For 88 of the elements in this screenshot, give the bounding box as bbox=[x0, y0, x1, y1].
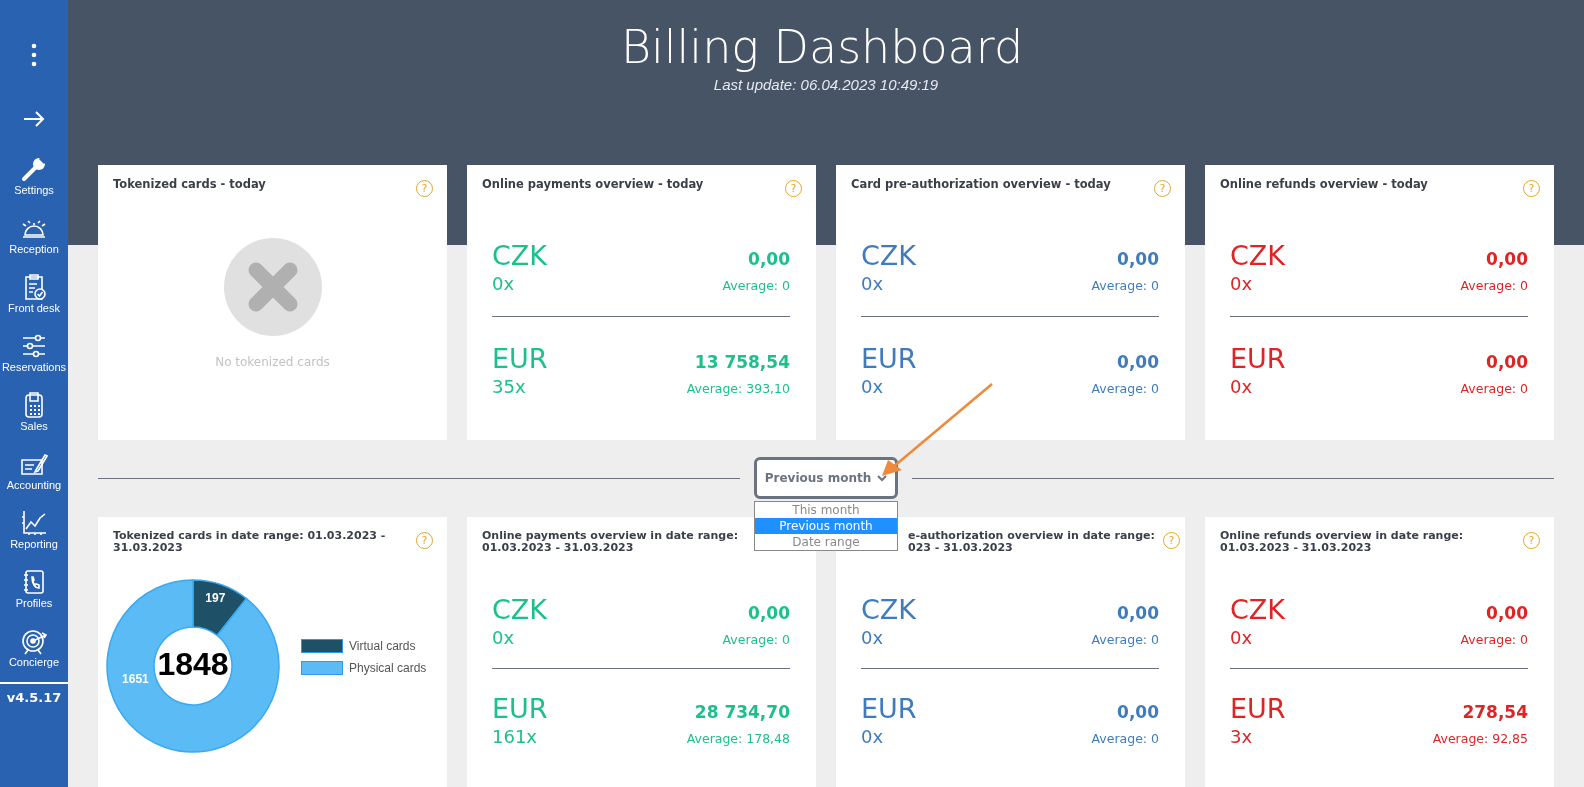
last-update-text: Last update: 06.04.2023 10:49:19 bbox=[712, 76, 940, 93]
currency-code: EUR bbox=[861, 693, 917, 724]
legend-swatch bbox=[301, 661, 343, 675]
transaction-count: 0x bbox=[1230, 627, 1253, 648]
dropdown-option[interactable]: Previous month bbox=[754, 518, 898, 534]
empty-message: No tokenized cards bbox=[215, 355, 330, 369]
menu-icon[interactable] bbox=[31, 43, 37, 67]
slice-label: 1651 bbox=[122, 671, 149, 686]
average-value: Average: 0 bbox=[1091, 278, 1159, 293]
transaction-count: 3x bbox=[1230, 726, 1253, 747]
average-value: Average: 0 bbox=[1091, 731, 1159, 746]
transaction-count: 0x bbox=[861, 376, 884, 397]
amount-value: 0,00 bbox=[1117, 249, 1159, 269]
amount-value: 0,00 bbox=[1117, 352, 1159, 372]
transaction-count: 35x bbox=[492, 376, 526, 397]
nav-item[interactable]: Reservations bbox=[0, 318, 68, 377]
no-data-icon bbox=[223, 238, 322, 336]
legend-label: Virtual cards bbox=[349, 639, 416, 653]
page-title: Billing Dashboard bbox=[619, 20, 1025, 74]
currency-code: EUR bbox=[492, 343, 548, 374]
sliders-icon bbox=[20, 332, 48, 360]
transaction-count: 0x bbox=[861, 627, 884, 648]
nav-item[interactable]: Front desk bbox=[0, 259, 68, 318]
card-title: Online payments overview in date range: 01.03.2023 - 31.03.2023 bbox=[482, 530, 740, 554]
target-icon bbox=[20, 627, 48, 655]
currency-code: CZK bbox=[861, 240, 917, 271]
card-title: Online payments overview - today bbox=[482, 178, 705, 191]
average-value: Average: 0 bbox=[1460, 278, 1528, 293]
average-value: Average: 0 bbox=[1460, 632, 1528, 647]
transaction-count: 0x bbox=[492, 627, 515, 648]
card-title: Tokenized cards - today bbox=[113, 178, 267, 191]
average-value: Average: 0 bbox=[1091, 632, 1159, 647]
currency-code: EUR bbox=[1230, 343, 1286, 374]
nav-item[interactable]: Settings bbox=[0, 141, 68, 200]
amount-value: 13 758,54 bbox=[694, 352, 790, 372]
total-value: 1848 bbox=[157, 646, 229, 683]
legend-label: Physical cards bbox=[349, 661, 427, 675]
currency-code: CZK bbox=[861, 594, 917, 625]
nav-item[interactable]: Sales bbox=[0, 377, 68, 436]
card-title: Online refunds overview in date range: 01.03.2023 - 31.03.2023 bbox=[1220, 530, 1465, 554]
chevron-icon bbox=[877, 474, 888, 482]
amount-value: 278,54 bbox=[1462, 702, 1528, 722]
average-value: Average: 0 bbox=[722, 278, 790, 293]
nav-item[interactable]: Accounting bbox=[0, 436, 68, 495]
transaction-count: 0x bbox=[861, 726, 884, 747]
wrench-icon bbox=[20, 155, 48, 183]
currency-code: CZK bbox=[492, 240, 548, 271]
nav-item[interactable]: Reception bbox=[0, 200, 68, 259]
amount-value: 0,00 bbox=[748, 249, 790, 269]
dropdown-option[interactable]: This month bbox=[754, 502, 898, 518]
currency-code: EUR bbox=[492, 693, 548, 724]
nav-item[interactable]: Profiles bbox=[0, 554, 68, 613]
nav-item[interactable]: Reporting bbox=[0, 495, 68, 554]
currency-code: CZK bbox=[1230, 594, 1286, 625]
nav-item[interactable]: Concierge bbox=[0, 613, 68, 672]
card-title: e-authorization overview in date range: bbox=[908, 530, 1156, 542]
card-title: 023 - 31.03.2023 bbox=[908, 541, 1014, 554]
average-value: Average: 393,10 bbox=[686, 381, 790, 396]
transaction-count: 0x bbox=[861, 273, 884, 294]
transaction-count: 0x bbox=[492, 273, 515, 294]
amount-value: 0,00 bbox=[748, 603, 790, 623]
average-value: Average: 0 bbox=[1091, 381, 1159, 396]
amount-value: 0,00 bbox=[1117, 702, 1159, 722]
currency-code: CZK bbox=[1230, 240, 1286, 271]
amount-value: 0,00 bbox=[1486, 603, 1528, 623]
currency-code: EUR bbox=[861, 343, 917, 374]
average-value: Average: 0 bbox=[1460, 381, 1528, 396]
chart-icon bbox=[20, 509, 48, 537]
dropdown-option[interactable]: Date range bbox=[754, 534, 898, 550]
card-title: Card pre-authorization overview - today bbox=[851, 178, 1112, 191]
slice-label: 197 bbox=[205, 590, 226, 605]
average-value: Average: 0 bbox=[722, 632, 790, 647]
transaction-count: 0x bbox=[1230, 273, 1253, 294]
amount-value: 28 734,70 bbox=[694, 702, 790, 722]
amount-value: 0,00 bbox=[1486, 249, 1528, 269]
arrow-icon[interactable] bbox=[23, 111, 45, 127]
amount-value: 0,00 bbox=[1486, 352, 1528, 372]
transaction-count: 161x bbox=[492, 726, 537, 747]
currency-code: CZK bbox=[492, 594, 548, 625]
currency-code: EUR bbox=[1230, 693, 1286, 724]
average-value: Average: 92,85 bbox=[1432, 731, 1528, 746]
card-title: Tokenized cards in date range: 01.03.2023 - 31.03.2023 bbox=[113, 530, 387, 554]
legend-swatch bbox=[301, 639, 343, 653]
transaction-count: 0x bbox=[1230, 376, 1253, 397]
card-title: Online refunds overview - today bbox=[1220, 178, 1429, 191]
amount-value: 0,00 bbox=[1117, 603, 1159, 623]
average-value: Average: 178,48 bbox=[686, 731, 790, 746]
period-dropdown[interactable]: Previous month bbox=[753, 457, 899, 499]
